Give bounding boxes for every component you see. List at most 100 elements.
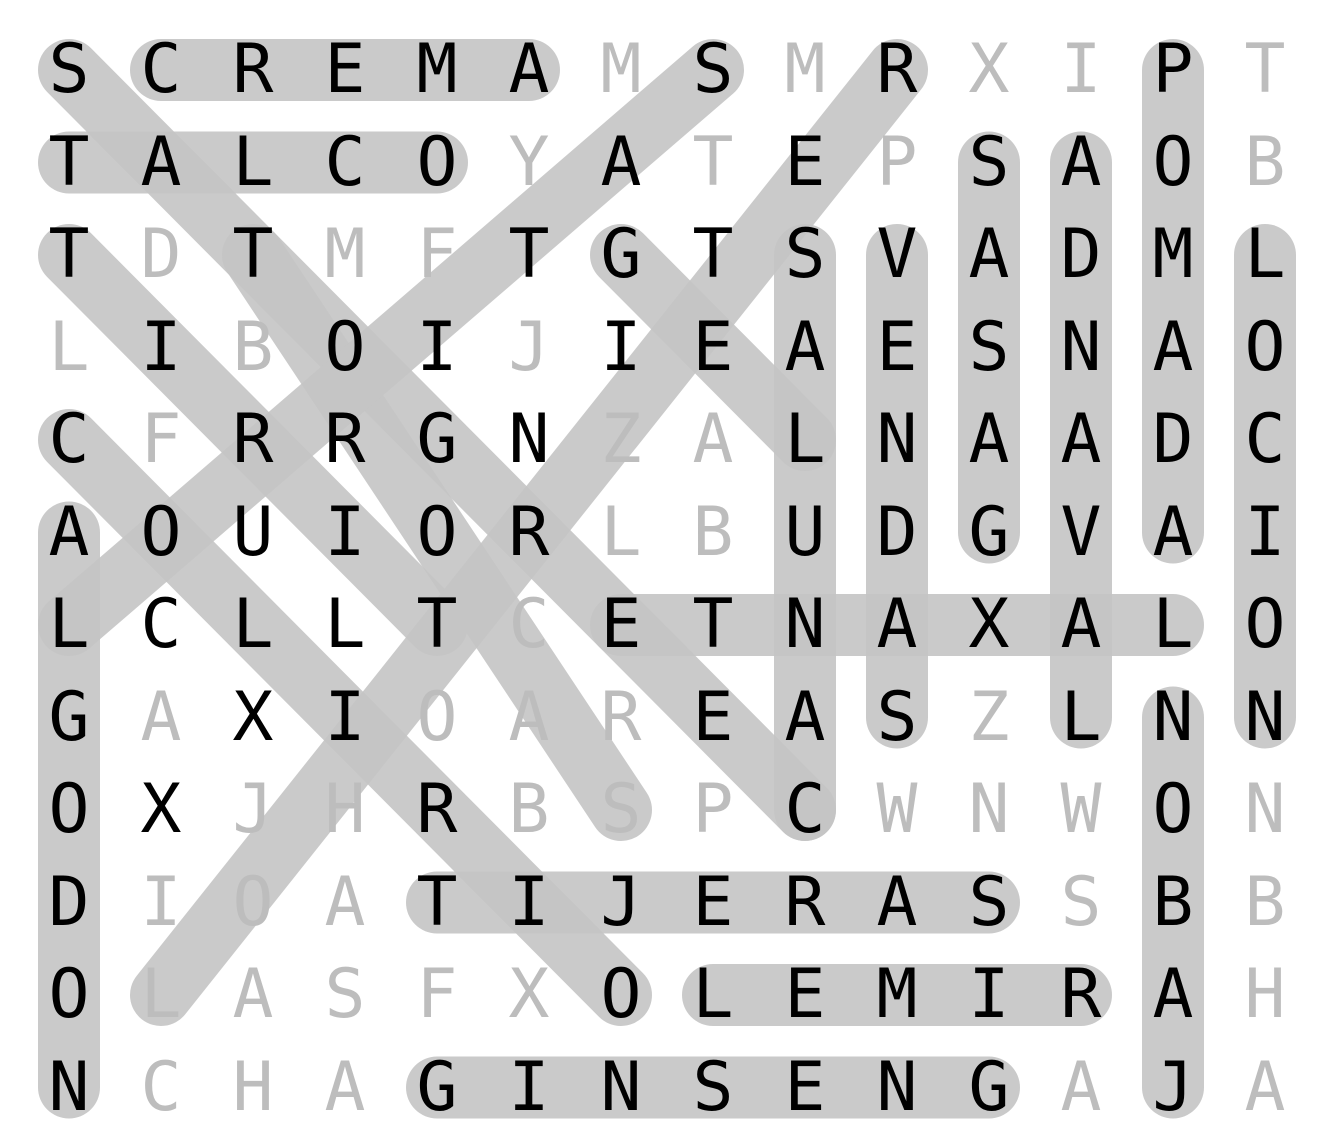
grid-letter[interactable]: M — [391, 24, 483, 116]
grid-letter[interactable]: A — [115, 672, 207, 764]
grid-letter[interactable]: C — [759, 764, 851, 856]
grid-letter[interactable]: S — [943, 302, 1035, 394]
grid-letter[interactable]: C — [483, 579, 575, 671]
grid-letter[interactable]: T — [483, 209, 575, 301]
grid-letter[interactable]: S — [943, 857, 1035, 949]
grid-letter[interactable]: R — [483, 487, 575, 579]
grid-letter[interactable]: I — [1219, 487, 1311, 579]
grid-letter[interactable]: S — [667, 24, 759, 116]
grid-letter[interactable]: T — [667, 579, 759, 671]
grid-letter[interactable]: L — [667, 949, 759, 1041]
grid-letter[interactable]: R — [207, 394, 299, 486]
grid-letter[interactable]: H — [299, 764, 391, 856]
grid-letter[interactable]: A — [851, 857, 943, 949]
grid-letter[interactable]: A — [1035, 1042, 1127, 1134]
grid-letter[interactable]: E — [759, 1042, 851, 1134]
grid-letter[interactable]: O — [1127, 764, 1219, 856]
grid-letter[interactable]: B — [667, 487, 759, 579]
grid-letter[interactable]: D — [1035, 209, 1127, 301]
grid-letter[interactable]: R — [759, 857, 851, 949]
grid-letter[interactable]: W — [1035, 764, 1127, 856]
grid-letter[interactable]: S — [851, 672, 943, 764]
grid-letter[interactable]: T — [207, 209, 299, 301]
grid-letter[interactable]: I — [1035, 24, 1127, 116]
grid-letter[interactable]: S — [575, 764, 667, 856]
grid-letter[interactable]: N — [851, 394, 943, 486]
grid-letter[interactable]: C — [23, 394, 115, 486]
grid-letter[interactable]: O — [299, 302, 391, 394]
grid-letter[interactable]: S — [759, 209, 851, 301]
grid-letter[interactable]: O — [391, 117, 483, 209]
grid-letter[interactable]: P — [851, 117, 943, 209]
grid-letter[interactable]: Z — [943, 672, 1035, 764]
grid-letter[interactable]: N — [943, 764, 1035, 856]
grid-letter[interactable]: D — [23, 857, 115, 949]
grid-letter[interactable]: C — [1219, 394, 1311, 486]
grid-letter[interactable]: L — [115, 949, 207, 1041]
grid-letter[interactable]: N — [575, 1042, 667, 1134]
grid-letter[interactable]: R — [851, 24, 943, 116]
grid-letter[interactable]: I — [299, 672, 391, 764]
grid-letter[interactable]: O — [1219, 579, 1311, 671]
grid-letter[interactable]: G — [391, 394, 483, 486]
grid-letter[interactable]: T — [23, 209, 115, 301]
grid-letter[interactable]: N — [1127, 672, 1219, 764]
grid-letter[interactable]: I — [299, 487, 391, 579]
grid-letter[interactable]: A — [1127, 949, 1219, 1041]
grid-letter[interactable]: T — [23, 117, 115, 209]
grid-letter[interactable]: I — [115, 857, 207, 949]
grid-letter[interactable]: E — [667, 302, 759, 394]
grid-letter[interactable]: C — [299, 117, 391, 209]
grid-letter[interactable]: T — [667, 209, 759, 301]
grid-letter[interactable]: F — [391, 209, 483, 301]
grid-letter[interactable]: A — [575, 117, 667, 209]
grid-letter[interactable]: A — [1035, 579, 1127, 671]
grid-letter[interactable]: U — [759, 487, 851, 579]
grid-letter[interactable]: I — [391, 302, 483, 394]
grid-letter[interactable]: N — [1219, 672, 1311, 764]
grid-letter[interactable]: O — [1219, 302, 1311, 394]
grid-letter[interactable]: O — [391, 487, 483, 579]
grid-letter[interactable]: D — [851, 487, 943, 579]
grid-letter[interactable]: T — [391, 579, 483, 671]
grid-letter[interactable]: E — [575, 579, 667, 671]
grid-letter[interactable]: B — [1127, 857, 1219, 949]
grid-letter[interactable]: R — [575, 672, 667, 764]
grid-letter[interactable]: A — [667, 394, 759, 486]
grid-letter[interactable]: I — [115, 302, 207, 394]
grid-letter[interactable]: H — [207, 1042, 299, 1134]
grid-letter[interactable]: M — [759, 24, 851, 116]
grid-letter[interactable]: O — [1127, 117, 1219, 209]
grid-letter[interactable]: J — [1127, 1042, 1219, 1134]
grid-letter[interactable]: I — [483, 1042, 575, 1134]
grid-letter[interactable]: A — [1127, 487, 1219, 579]
grid-letter[interactable]: G — [391, 1042, 483, 1134]
grid-letter[interactable]: N — [1035, 302, 1127, 394]
grid-letter[interactable]: J — [207, 764, 299, 856]
grid-letter[interactable]: G — [943, 1042, 1035, 1134]
grid-letter[interactable]: B — [1219, 857, 1311, 949]
grid-letter[interactable]: A — [1035, 117, 1127, 209]
grid-letter[interactable]: J — [483, 302, 575, 394]
grid-letter[interactable]: F — [391, 949, 483, 1041]
grid-letter[interactable]: A — [851, 579, 943, 671]
grid-letter[interactable]: Y — [483, 117, 575, 209]
grid-letter[interactable]: R — [1035, 949, 1127, 1041]
grid-letter[interactable]: O — [23, 764, 115, 856]
grid-letter[interactable]: Z — [575, 394, 667, 486]
grid-letter[interactable]: L — [207, 117, 299, 209]
grid-letter[interactable]: X — [943, 579, 1035, 671]
grid-letter[interactable]: G — [575, 209, 667, 301]
grid-letter[interactable]: V — [1035, 487, 1127, 579]
grid-letter[interactable]: E — [667, 857, 759, 949]
grid-letter[interactable]: L — [299, 579, 391, 671]
grid-letter[interactable]: B — [207, 302, 299, 394]
grid-letter[interactable]: E — [759, 117, 851, 209]
grid-letter[interactable]: L — [207, 579, 299, 671]
grid-letter[interactable]: A — [943, 394, 1035, 486]
grid-letter[interactable]: E — [759, 949, 851, 1041]
grid-letter[interactable]: N — [759, 579, 851, 671]
grid-letter[interactable]: I — [575, 302, 667, 394]
grid-letter[interactable]: G — [943, 487, 1035, 579]
grid-letter[interactable]: N — [23, 1042, 115, 1134]
